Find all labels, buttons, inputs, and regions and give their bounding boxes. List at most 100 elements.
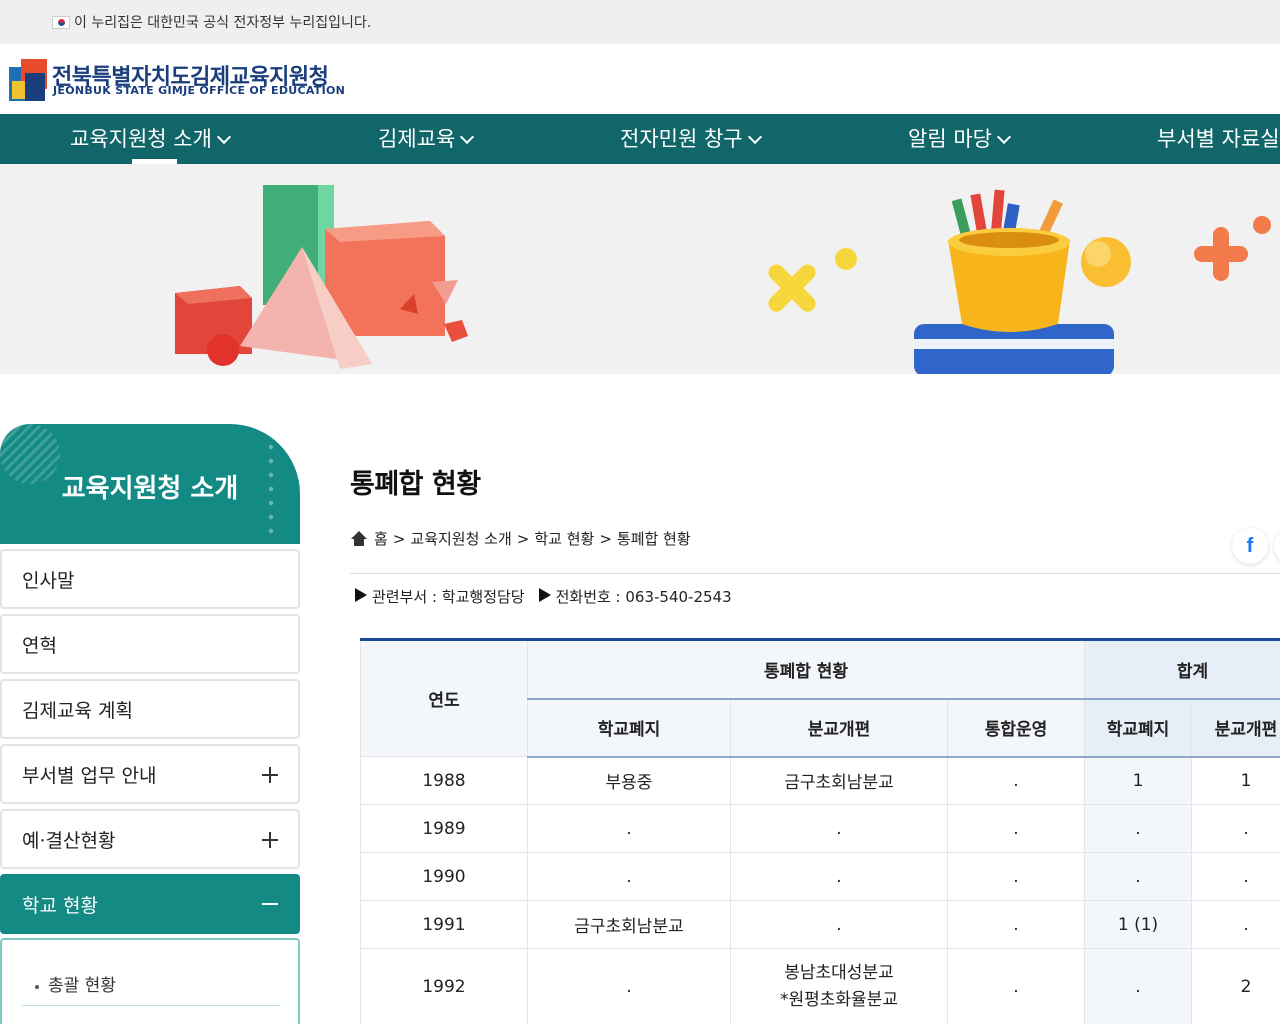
cell-branch: . bbox=[730, 900, 948, 949]
chevron-down-icon bbox=[996, 129, 1012, 145]
cell-closed: . bbox=[527, 852, 731, 901]
cell-total-closed: . bbox=[1084, 852, 1192, 901]
nav-item-gimje-education[interactable]: 김제교육 bbox=[378, 114, 475, 164]
cell-merged: . bbox=[947, 852, 1085, 901]
sidebar-item-label: 인사말 bbox=[22, 569, 75, 592]
chevron-down-icon bbox=[460, 129, 475, 145]
cell-year: 1991 bbox=[360, 900, 528, 949]
cell-year: 1988 bbox=[360, 756, 528, 805]
subheader-closed: 학교폐지 bbox=[527, 698, 731, 758]
page-title: 통폐합 현황 bbox=[350, 469, 481, 500]
subheader-merged: 통합운영 bbox=[947, 698, 1085, 758]
table-row: 1991 금구초회남분교 . . 1 (1) . bbox=[360, 900, 1280, 949]
sidebar-item-label: 김제교육 계획 bbox=[22, 699, 133, 722]
phone-label: 전화번호 : 063-540-2543 bbox=[555, 588, 732, 606]
share-button[interactable] bbox=[1274, 528, 1280, 564]
expand-plus-icon[interactable] bbox=[262, 767, 278, 783]
cell-closed: 부용중 bbox=[527, 756, 731, 805]
chevron-down-icon bbox=[747, 129, 762, 145]
subheader-total-closed: 학교폐지 bbox=[1084, 698, 1192, 758]
facebook-share-icon[interactable]: f bbox=[1232, 528, 1268, 564]
dept-info: 관련부서 : 학교행정담당 전화번호 : 063-540-2543 bbox=[355, 586, 732, 607]
nav-item-label: 교육지원청 소개 bbox=[70, 127, 212, 151]
breadcrumb-school-status[interactable]: 학교 현황 bbox=[534, 528, 594, 549]
breadcrumb-separator: > bbox=[599, 529, 612, 548]
cell-total-branch: 2 bbox=[1191, 948, 1280, 1024]
cell-total-branch: 1 bbox=[1191, 756, 1280, 805]
cell-year: 1992 bbox=[360, 948, 528, 1024]
cell-merged: . bbox=[947, 804, 1085, 853]
cell-year: 1990 bbox=[360, 852, 528, 901]
sidebar-item-label: 부서별 업무 안내 bbox=[22, 764, 157, 787]
breadcrumb: 홈 > 교육지원청 소개 > 학교 현황 > 통폐합 현황 bbox=[350, 528, 691, 549]
nav-item-dept-archive[interactable]: 부서별 자료실 bbox=[1157, 114, 1280, 164]
cell-total-closed: 1 bbox=[1084, 756, 1192, 805]
sidebar-header: 교육지원청 소개 bbox=[0, 424, 300, 544]
cell-branch-line: *원평초화율분교 bbox=[780, 989, 898, 1010]
nav-item-label: 전자민원 창구 bbox=[620, 127, 743, 151]
sidebar-title: 교육지원청 소개 bbox=[61, 474, 239, 504]
cell-total-branch: . bbox=[1191, 852, 1280, 901]
breadcrumb-home[interactable]: 홈 bbox=[374, 528, 388, 549]
cell-branch-line: 봉남초대성분교 bbox=[784, 962, 894, 983]
sidebar-item-plan[interactable]: 김제교육 계획 bbox=[0, 679, 300, 739]
hero-banner bbox=[0, 164, 1280, 374]
header-group-status: 통폐합 현황 bbox=[527, 638, 1085, 700]
main-nav: 교육지원청 소개 김제교육 전자민원 창구 알림 마당 부서별 자료실 bbox=[0, 114, 1280, 164]
cell-merged: . bbox=[947, 948, 1085, 1024]
subheader-total-branch: 분교개편 bbox=[1191, 698, 1280, 758]
sidebar-subitem-overview[interactable]: 총괄 현황 bbox=[22, 968, 280, 1006]
cell-merged: . bbox=[947, 756, 1085, 805]
expand-plus-icon[interactable] bbox=[262, 832, 278, 848]
cell-total-branch: . bbox=[1191, 900, 1280, 949]
header-group-total: 합계 bbox=[1084, 638, 1280, 700]
cell-total-branch: . bbox=[1191, 804, 1280, 853]
nav-item-label: 알림 마당 bbox=[908, 127, 992, 151]
sidebar-item-budget[interactable]: 예·결산현황 bbox=[0, 809, 300, 869]
cell-branch: 봉남초대성분교 *원평초화율분교 bbox=[730, 948, 948, 1024]
cell-closed: . bbox=[527, 948, 731, 1024]
chevron-down-icon bbox=[216, 129, 231, 145]
breadcrumb-separator: > bbox=[516, 529, 530, 548]
header-year: 연도 bbox=[360, 638, 528, 757]
nav-item-label: 김제교육 bbox=[378, 127, 456, 151]
triangle-bullet-icon bbox=[355, 588, 367, 602]
logo-subtitle[interactable]: JEONBUK STATE GIMJE OFFICE OF EDUCATION bbox=[53, 84, 345, 97]
korea-flag-icon bbox=[52, 15, 70, 29]
sidebar-item-dept-guide[interactable]: 부서별 업무 안내 bbox=[0, 744, 300, 804]
dept-label: 관련부서 : 학교행정담당 bbox=[372, 588, 525, 606]
sidebar-item-history[interactable]: 연혁 bbox=[0, 614, 300, 674]
breadcrumb-current: 통폐합 현황 bbox=[616, 530, 691, 548]
cell-closed: . bbox=[527, 804, 731, 853]
cell-merged: . bbox=[947, 900, 1085, 949]
site-header: 전북특별자치도김제교육지원청 JEONBUK STATE GIMJE OFFIC… bbox=[0, 44, 1280, 114]
breadcrumb-separator: > bbox=[392, 529, 406, 548]
nav-item-intro[interactable]: 교육지원청 소개 bbox=[70, 114, 231, 164]
collapse-minus-icon[interactable] bbox=[262, 903, 278, 905]
gov-notice-bar: 이 누리집은 대한민국 공식 전자정부 누리집입니다. bbox=[0, 0, 1280, 44]
nav-item-notice[interactable]: 알림 마당 bbox=[908, 114, 1012, 164]
cell-branch: . bbox=[730, 804, 948, 853]
cell-branch: . bbox=[730, 852, 948, 901]
content-divider bbox=[350, 573, 1280, 574]
table-row: 1989 . . . . . bbox=[360, 804, 1280, 853]
hero-illustration bbox=[175, 185, 1271, 374]
logo-mark-icon[interactable] bbox=[9, 59, 47, 101]
cell-total-closed: 1 (1) bbox=[1084, 900, 1192, 949]
sidebar-item-label: 학교 현황 bbox=[22, 894, 98, 917]
sidebar-item-label: 연혁 bbox=[22, 634, 57, 657]
home-icon[interactable] bbox=[350, 530, 368, 547]
cell-total-closed: . bbox=[1084, 948, 1192, 1024]
sidebar-submenu: 총괄 현황 bbox=[0, 938, 300, 1024]
sidebar-item-label: 예·결산현황 bbox=[22, 829, 116, 852]
gov-notice-text: 이 누리집은 대한민국 공식 전자정부 누리집입니다. bbox=[74, 15, 372, 31]
nav-item-civil-service[interactable]: 전자민원 창구 bbox=[620, 114, 762, 164]
sidebar-item-greeting[interactable]: 인사말 bbox=[0, 549, 300, 609]
table-row: 1990 . . . . . bbox=[360, 852, 1280, 901]
breadcrumb-intro[interactable]: 교육지원청 소개 bbox=[410, 528, 511, 549]
sidebar-item-school-status[interactable]: 학교 현황 bbox=[0, 874, 300, 934]
table-row: 1992 . 봉남초대성분교 *원평초화율분교 . . 2 bbox=[360, 948, 1280, 1024]
subheader-branch: 분교개편 bbox=[730, 698, 948, 758]
nav-item-label: 부서별 자료실 bbox=[1157, 127, 1280, 151]
cell-branch: 금구초회남분교 bbox=[730, 756, 948, 805]
